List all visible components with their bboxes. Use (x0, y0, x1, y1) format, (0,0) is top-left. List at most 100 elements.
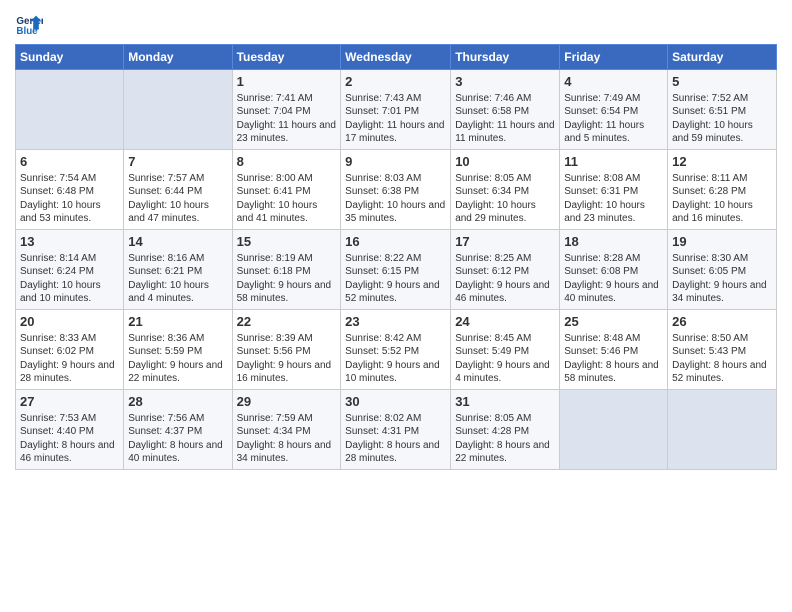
daylight-text: Daylight: 10 hours and 16 minutes. (672, 199, 772, 226)
daylight-text: Daylight: 8 hours and 40 minutes. (128, 439, 227, 466)
calendar-cell: 21Sunrise: 8:36 AMSunset: 5:59 PMDayligh… (124, 310, 232, 390)
sunset-text: Sunset: 7:01 PM (345, 105, 446, 119)
calendar-cell: 24Sunrise: 8:45 AMSunset: 5:49 PMDayligh… (451, 310, 560, 390)
sunset-text: Sunset: 6:51 PM (672, 105, 772, 119)
sunset-text: Sunset: 4:28 PM (455, 425, 555, 439)
calendar-cell: 18Sunrise: 8:28 AMSunset: 6:08 PMDayligh… (560, 230, 668, 310)
calendar-week-2: 6Sunrise: 7:54 AMSunset: 6:48 PMDaylight… (16, 150, 777, 230)
calendar-cell: 6Sunrise: 7:54 AMSunset: 6:48 PMDaylight… (16, 150, 124, 230)
daylight-text: Daylight: 10 hours and 29 minutes. (455, 199, 555, 226)
col-header-wednesday: Wednesday (341, 45, 451, 70)
day-number: 27 (20, 393, 119, 411)
calendar-cell: 20Sunrise: 8:33 AMSunset: 6:02 PMDayligh… (16, 310, 124, 390)
sunset-text: Sunset: 6:15 PM (345, 265, 446, 279)
sunrise-text: Sunrise: 7:56 AM (128, 412, 227, 426)
calendar-cell (560, 390, 668, 470)
col-header-thursday: Thursday (451, 45, 560, 70)
day-number: 10 (455, 153, 555, 171)
daylight-text: Daylight: 10 hours and 4 minutes. (128, 279, 227, 306)
calendar-cell: 25Sunrise: 8:48 AMSunset: 5:46 PMDayligh… (560, 310, 668, 390)
sunrise-text: Sunrise: 8:05 AM (455, 412, 555, 426)
daylight-text: Daylight: 8 hours and 46 minutes. (20, 439, 119, 466)
sunset-text: Sunset: 5:52 PM (345, 345, 446, 359)
sunset-text: Sunset: 6:54 PM (564, 105, 663, 119)
calendar-header: SundayMondayTuesdayWednesdayThursdayFrid… (16, 45, 777, 70)
sunset-text: Sunset: 6:58 PM (455, 105, 555, 119)
sunrise-text: Sunrise: 8:19 AM (237, 252, 337, 266)
sunset-text: Sunset: 4:37 PM (128, 425, 227, 439)
day-number: 20 (20, 313, 119, 331)
calendar-cell: 1Sunrise: 7:41 AMSunset: 7:04 PMDaylight… (232, 70, 341, 150)
calendar-cell: 27Sunrise: 7:53 AMSunset: 4:40 PMDayligh… (16, 390, 124, 470)
col-header-saturday: Saturday (668, 45, 777, 70)
calendar-cell: 16Sunrise: 8:22 AMSunset: 6:15 PMDayligh… (341, 230, 451, 310)
day-number: 15 (237, 233, 337, 251)
calendar-cell: 17Sunrise: 8:25 AMSunset: 6:12 PMDayligh… (451, 230, 560, 310)
daylight-text: Daylight: 10 hours and 47 minutes. (128, 199, 227, 226)
day-number: 12 (672, 153, 772, 171)
sunset-text: Sunset: 6:28 PM (672, 185, 772, 199)
sunset-text: Sunset: 5:46 PM (564, 345, 663, 359)
calendar-cell: 10Sunrise: 8:05 AMSunset: 6:34 PMDayligh… (451, 150, 560, 230)
daylight-text: Daylight: 9 hours and 34 minutes. (672, 279, 772, 306)
sunset-text: Sunset: 6:18 PM (237, 265, 337, 279)
sunrise-text: Sunrise: 7:46 AM (455, 92, 555, 106)
sunrise-text: Sunrise: 8:14 AM (20, 252, 119, 266)
calendar-cell: 23Sunrise: 8:42 AMSunset: 5:52 PMDayligh… (341, 310, 451, 390)
day-number: 7 (128, 153, 227, 171)
sunset-text: Sunset: 4:40 PM (20, 425, 119, 439)
daylight-text: Daylight: 9 hours and 10 minutes. (345, 359, 446, 386)
daylight-text: Daylight: 9 hours and 22 minutes. (128, 359, 227, 386)
sunrise-text: Sunrise: 8:39 AM (237, 332, 337, 346)
sunrise-text: Sunrise: 8:16 AM (128, 252, 227, 266)
sunset-text: Sunset: 6:31 PM (564, 185, 663, 199)
calendar-cell: 13Sunrise: 8:14 AMSunset: 6:24 PMDayligh… (16, 230, 124, 310)
calendar-cell (668, 390, 777, 470)
sunrise-text: Sunrise: 8:03 AM (345, 172, 446, 186)
day-number: 6 (20, 153, 119, 171)
calendar-cell: 5Sunrise: 7:52 AMSunset: 6:51 PMDaylight… (668, 70, 777, 150)
calendar-cell: 14Sunrise: 8:16 AMSunset: 6:21 PMDayligh… (124, 230, 232, 310)
day-number: 11 (564, 153, 663, 171)
col-header-sunday: Sunday (16, 45, 124, 70)
sunrise-text: Sunrise: 7:49 AM (564, 92, 663, 106)
calendar-cell: 19Sunrise: 8:30 AMSunset: 6:05 PMDayligh… (668, 230, 777, 310)
sunrise-text: Sunrise: 7:52 AM (672, 92, 772, 106)
day-number: 1 (237, 73, 337, 91)
sunrise-text: Sunrise: 7:57 AM (128, 172, 227, 186)
day-number: 22 (237, 313, 337, 331)
sunset-text: Sunset: 6:24 PM (20, 265, 119, 279)
calendar-table: SundayMondayTuesdayWednesdayThursdayFrid… (15, 44, 777, 470)
daylight-text: Daylight: 9 hours and 46 minutes. (455, 279, 555, 306)
day-number: 28 (128, 393, 227, 411)
calendar-cell (16, 70, 124, 150)
daylight-text: Daylight: 9 hours and 16 minutes. (237, 359, 337, 386)
sunrise-text: Sunrise: 7:53 AM (20, 412, 119, 426)
calendar-cell: 29Sunrise: 7:59 AMSunset: 4:34 PMDayligh… (232, 390, 341, 470)
sunset-text: Sunset: 6:08 PM (564, 265, 663, 279)
day-number: 14 (128, 233, 227, 251)
calendar-week-5: 27Sunrise: 7:53 AMSunset: 4:40 PMDayligh… (16, 390, 777, 470)
calendar-cell: 4Sunrise: 7:49 AMSunset: 6:54 PMDaylight… (560, 70, 668, 150)
sunset-text: Sunset: 6:02 PM (20, 345, 119, 359)
logo: General Blue (15, 10, 47, 38)
sunset-text: Sunset: 5:56 PM (237, 345, 337, 359)
day-number: 8 (237, 153, 337, 171)
daylight-text: Daylight: 8 hours and 34 minutes. (237, 439, 337, 466)
day-number: 4 (564, 73, 663, 91)
sunrise-text: Sunrise: 8:45 AM (455, 332, 555, 346)
day-number: 2 (345, 73, 446, 91)
calendar-cell (124, 70, 232, 150)
day-number: 24 (455, 313, 555, 331)
daylight-text: Daylight: 8 hours and 52 minutes. (672, 359, 772, 386)
sunrise-text: Sunrise: 7:43 AM (345, 92, 446, 106)
sunset-text: Sunset: 6:21 PM (128, 265, 227, 279)
day-number: 5 (672, 73, 772, 91)
day-number: 13 (20, 233, 119, 251)
sunrise-text: Sunrise: 8:05 AM (455, 172, 555, 186)
calendar-cell: 26Sunrise: 8:50 AMSunset: 5:43 PMDayligh… (668, 310, 777, 390)
sunrise-text: Sunrise: 8:33 AM (20, 332, 119, 346)
calendar-cell: 11Sunrise: 8:08 AMSunset: 6:31 PMDayligh… (560, 150, 668, 230)
calendar-cell: 7Sunrise: 7:57 AMSunset: 6:44 PMDaylight… (124, 150, 232, 230)
day-number: 21 (128, 313, 227, 331)
